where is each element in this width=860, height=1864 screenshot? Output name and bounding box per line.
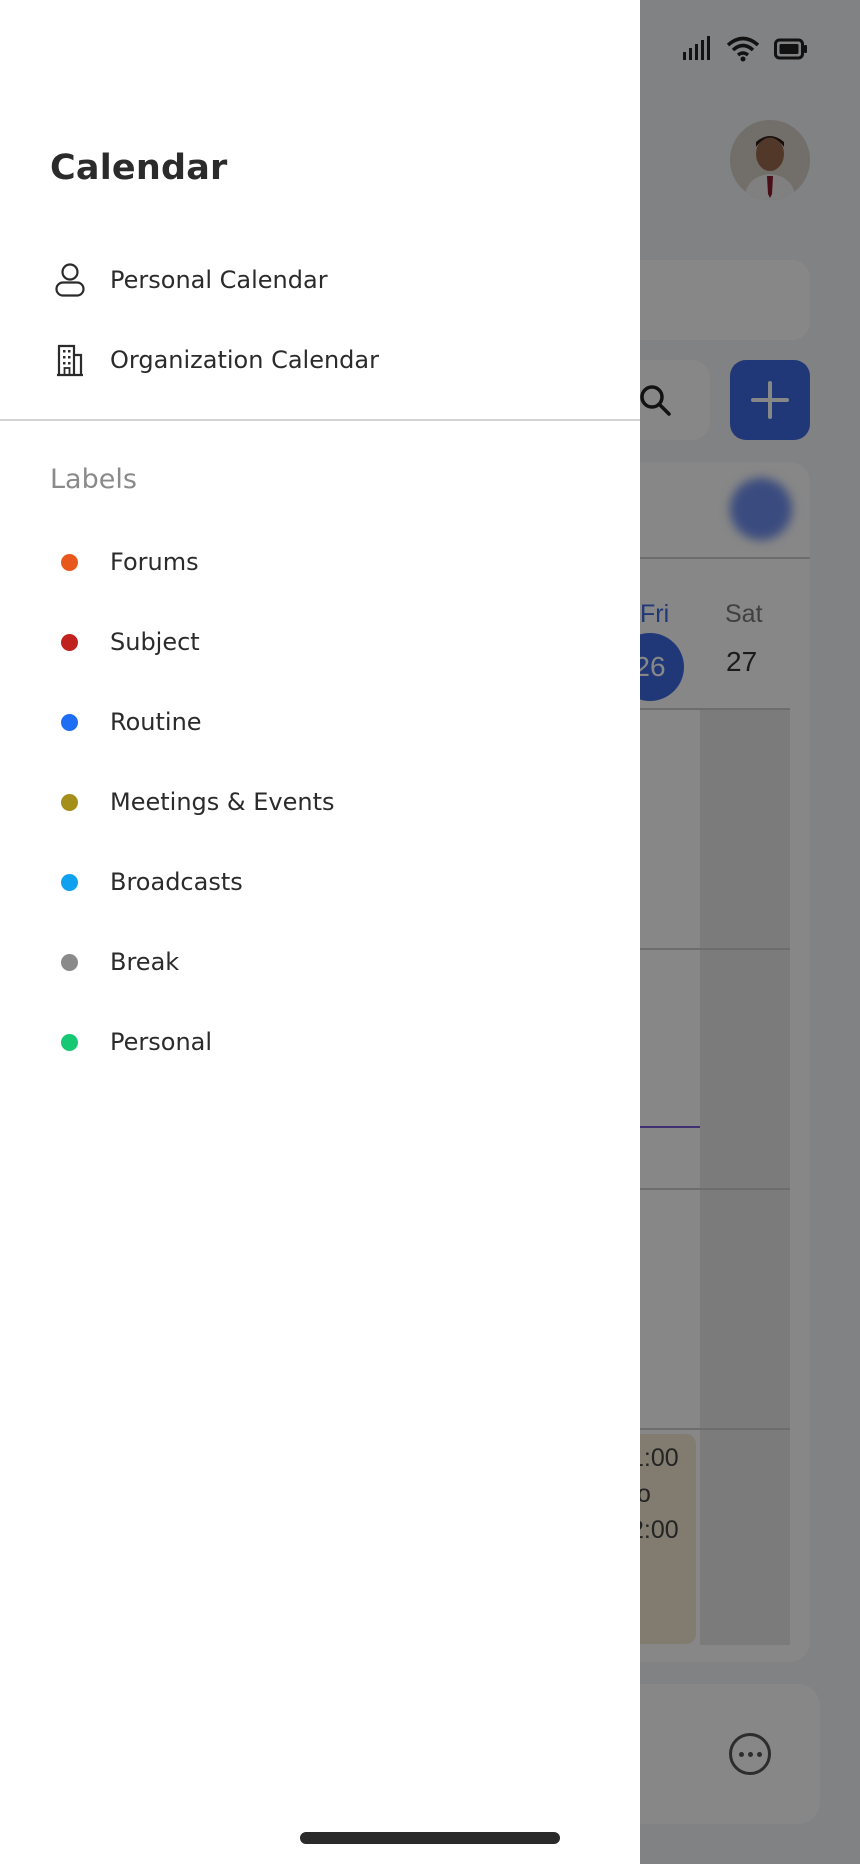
- nav-item-label: Organization Calendar: [110, 346, 379, 374]
- label-color-dot: [61, 1033, 78, 1051]
- nav-item-organization-calendar[interactable]: Organization Calendar: [0, 325, 640, 395]
- label-text: Broadcasts: [110, 868, 243, 896]
- label-text: Routine: [110, 708, 202, 736]
- label-text: Forums: [110, 548, 199, 576]
- label-color-dot: [61, 553, 78, 571]
- label-item-routine[interactable]: Routine: [0, 692, 640, 752]
- label-text: Break: [110, 948, 180, 976]
- home-indicator: [300, 1832, 560, 1844]
- label-item-subject[interactable]: Subject: [0, 612, 640, 672]
- nav-item-label: Personal Calendar: [110, 266, 328, 294]
- building-icon: [50, 340, 90, 380]
- label-color-dot: [61, 953, 78, 971]
- label-text: Subject: [110, 628, 200, 656]
- nav-item-personal-calendar[interactable]: Personal Calendar: [0, 245, 640, 315]
- label-text: Meetings & Events: [110, 788, 335, 816]
- label-color-dot: [61, 873, 78, 891]
- calendar-drawer: Calendar Personal Calendar Organization …: [0, 0, 640, 1864]
- label-item-forums[interactable]: Forums: [0, 532, 640, 592]
- labels-heading: Labels: [50, 464, 137, 495]
- label-text: Personal: [110, 1028, 213, 1056]
- label-item-meetings-events[interactable]: Meetings & Events: [0, 772, 640, 832]
- label-item-broadcasts[interactable]: Broadcasts: [0, 852, 640, 912]
- label-color-dot: [61, 633, 78, 651]
- label-item-break[interactable]: Break: [0, 932, 640, 992]
- label-item-personal[interactable]: Personal: [0, 1012, 640, 1072]
- drawer-title: Calendar: [50, 148, 228, 188]
- person-icon: [50, 260, 90, 300]
- label-color-dot: [61, 793, 78, 811]
- divider: [0, 419, 640, 421]
- label-color-dot: [61, 713, 78, 731]
